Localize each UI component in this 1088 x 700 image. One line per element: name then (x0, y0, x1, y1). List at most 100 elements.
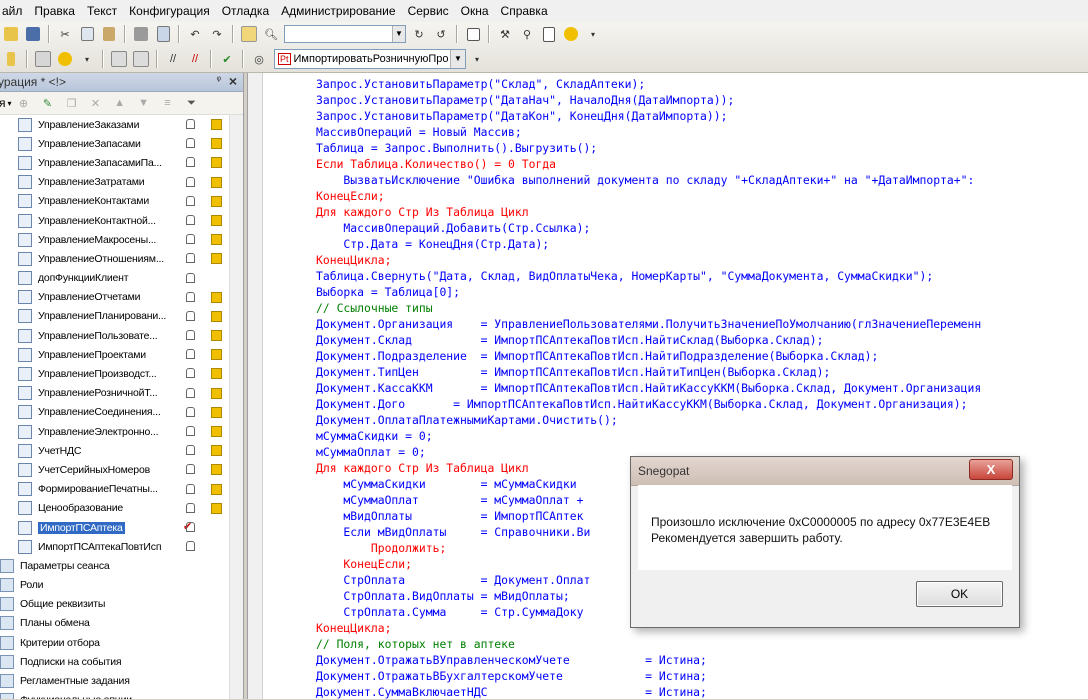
tree-item[interactable]: Роли (0, 576, 230, 595)
cut-icon[interactable]: ✂ (57, 26, 73, 42)
code-line[interactable]: // Поля, которых нет в аптеке (316, 636, 981, 652)
tree-item[interactable]: УправлениеЗапасамиПа... (0, 153, 230, 172)
tree-scrollbar[interactable] (229, 115, 243, 699)
code-line[interactable]: МассивОпераций = Новый Массив; (316, 124, 981, 140)
info-icon[interactable] (563, 26, 579, 42)
code-line[interactable]: Если Таблица.Количество() = 0 Тогда (316, 156, 981, 172)
globe-icon[interactable]: ◎ (251, 51, 267, 67)
search-icon[interactable]: 🔍︎ (263, 26, 279, 42)
tree-item[interactable]: УправлениеПланировани... (0, 307, 230, 326)
filter-icon[interactable]: ⏷ (184, 95, 200, 111)
code-line[interactable]: Документ.Подразделение = ИмпортПСАптекаП… (316, 348, 981, 364)
code-line[interactable]: КонецЕсли; (316, 188, 981, 204)
code-line[interactable]: Документ.ОплатаПлатежнымиКартами.Очистит… (316, 412, 981, 428)
code-line[interactable]: ВызватьИсключение "Ошибка выполнений док… (316, 172, 981, 188)
search-input[interactable]: ▼ (284, 25, 406, 43)
code-line[interactable]: Запрос.УстановитьПараметр("Склад", Склад… (316, 76, 981, 92)
chevron-down-icon[interactable]: ▼ (392, 26, 405, 42)
code-line[interactable]: Стр.Дата = КонецДня(Стр.Дата); (316, 236, 981, 252)
ok-button[interactable]: OK (916, 581, 1003, 607)
delete-icon[interactable]: ✕ (88, 95, 104, 111)
code-line[interactable]: Документ.СуммаВключаетНДС = Истина; (316, 684, 981, 700)
tree-item[interactable]: УправлениеПроизводст... (0, 364, 230, 383)
tree-item[interactable]: УправлениеЗатратами (0, 173, 230, 192)
module-list-icon[interactable] (35, 51, 51, 67)
window-icon[interactable] (465, 26, 481, 42)
tree-item[interactable]: УправлениеЭлектронно... (0, 422, 230, 441)
tree-item[interactable]: УправлениеРозничнойТ... (0, 384, 230, 403)
menu-item[interactable]: Текст (81, 4, 123, 18)
menu-item[interactable]: Конфигурация (123, 4, 216, 18)
move-down-icon[interactable]: ▼ (136, 95, 152, 111)
tree-item[interactable]: УправлениеПользовате... (0, 326, 230, 345)
code-line[interactable]: Документ.Дого = ИмпортПСАптекаПовтИсп.На… (316, 396, 981, 412)
module-selector[interactable]: Pt ИмпортироватьРозничнуюПро ▼ (274, 49, 466, 69)
chevron-down-icon[interactable]: ▾ (585, 26, 601, 42)
move-up-icon[interactable]: ▲ (112, 95, 128, 111)
syntax-check-icon[interactable]: ✔ (219, 51, 235, 67)
dialog-close-button[interactable]: X (969, 459, 1013, 480)
chevron-down-icon[interactable]: ▾ (79, 51, 95, 67)
code-line[interactable]: Таблица = Запрос.Выполнить().Выгрузить()… (316, 140, 981, 156)
copy-icon[interactable]: ❐ (64, 95, 80, 111)
tree-item[interactable]: Планы обмена (0, 614, 230, 633)
tree-item[interactable]: ИмпортПСАптекаПовтИсп (0, 537, 230, 556)
print-preview-icon[interactable] (155, 26, 171, 42)
tree-item[interactable]: УправлениеОтчетами (0, 288, 230, 307)
tree-item[interactable]: УправлениеОтношениям... (0, 249, 230, 268)
module-icon[interactable] (3, 51, 19, 67)
syntax-helper-icon[interactable]: ⚲ (519, 26, 535, 42)
paste-icon[interactable] (101, 26, 117, 42)
add-icon[interactable]: ⊕ (16, 95, 32, 111)
chevron-down-icon[interactable]: ▼ (450, 50, 465, 68)
menu-item[interactable]: Администрирование (275, 4, 401, 18)
comment-icon[interactable]: // (165, 51, 181, 67)
tree-item[interactable]: Функциональные опции (0, 691, 230, 699)
uncomment-icon[interactable]: // (187, 51, 203, 67)
tree-item[interactable]: Подписки на события (0, 652, 230, 671)
sort-icon[interactable]: ≡ (160, 95, 176, 111)
pin-icon[interactable]: ᵠ (217, 75, 221, 86)
run-icon[interactable] (57, 51, 73, 67)
tree-item[interactable]: Критерии отбора (0, 633, 230, 652)
procedures-icon[interactable] (133, 51, 149, 67)
menu-item[interactable]: Справка (495, 4, 554, 18)
chevron-down-icon[interactable]: ▾ (469, 51, 485, 67)
tree-item[interactable]: УправлениеЗапасами (0, 134, 230, 153)
menu-item[interactable]: айл (0, 4, 28, 18)
tree-item[interactable]: УправлениеМакросены... (0, 230, 230, 249)
tree-item[interactable]: УчетНДС (0, 441, 230, 460)
code-line[interactable]: Документ.Организация = УправлениеПользов… (316, 316, 981, 332)
print-icon[interactable] (133, 26, 149, 42)
find-prev-icon[interactable]: ↻ (411, 26, 427, 42)
code-line[interactable]: Таблица.Свернуть("Дата, Склад, ВидОплаты… (316, 268, 981, 284)
document-icon[interactable] (541, 26, 557, 42)
menu-item[interactable]: Правка (28, 4, 81, 18)
properties-icon[interactable] (111, 51, 127, 67)
copy-icon[interactable] (79, 26, 95, 42)
tree-item[interactable]: УправлениеЗаказами (0, 115, 230, 134)
tree-item[interactable]: ИмпортПСАптека ✔ (0, 518, 230, 537)
code-line[interactable]: Запрос.УстановитьПараметр("ДатаНач", Нач… (316, 92, 981, 108)
tree-item[interactable]: УправлениеСоединения... (0, 403, 230, 422)
tree-item[interactable]: УчетСерийныхНомеров (0, 460, 230, 479)
tree-item[interactable]: Регламентные задания (0, 671, 230, 690)
tree-item[interactable]: УправлениеКонтактной... (0, 211, 230, 230)
code-line[interactable]: Документ.ТипЦен = ИмпортПСАптекаПовтИсп.… (316, 364, 981, 380)
code-line[interactable]: Документ.КассаККМ = ИмпортПСАптекаПовтИс… (316, 380, 981, 396)
redo-icon[interactable]: ↷ (209, 26, 225, 42)
code-line[interactable]: МассивОпераций.Добавить(Стр.Ссылка); (316, 220, 981, 236)
tree-item[interactable]: Ценообразование (0, 499, 230, 518)
tree-item[interactable]: допФункцииКлиент (0, 269, 230, 288)
chevron-down-icon[interactable]: ▾ (8, 99, 12, 108)
code-line[interactable]: Документ.Склад = ИмпортПСАптекаПовтИсп.Н… (316, 332, 981, 348)
code-line[interactable]: Выборка = Таблица[0]; (316, 284, 981, 300)
code-line[interactable]: мСуммаСкидки = 0; (316, 428, 981, 444)
save-icon[interactable] (25, 26, 41, 42)
code-line[interactable]: // Ссылочные типы (316, 300, 981, 316)
tree-item[interactable]: УправлениеКонтактами (0, 192, 230, 211)
menu-item[interactable]: Сервис (402, 4, 455, 18)
tree-item[interactable]: Общие реквизиты (0, 595, 230, 614)
open-icon[interactable] (3, 26, 19, 42)
actions-menu[interactable]: я (0, 96, 6, 110)
